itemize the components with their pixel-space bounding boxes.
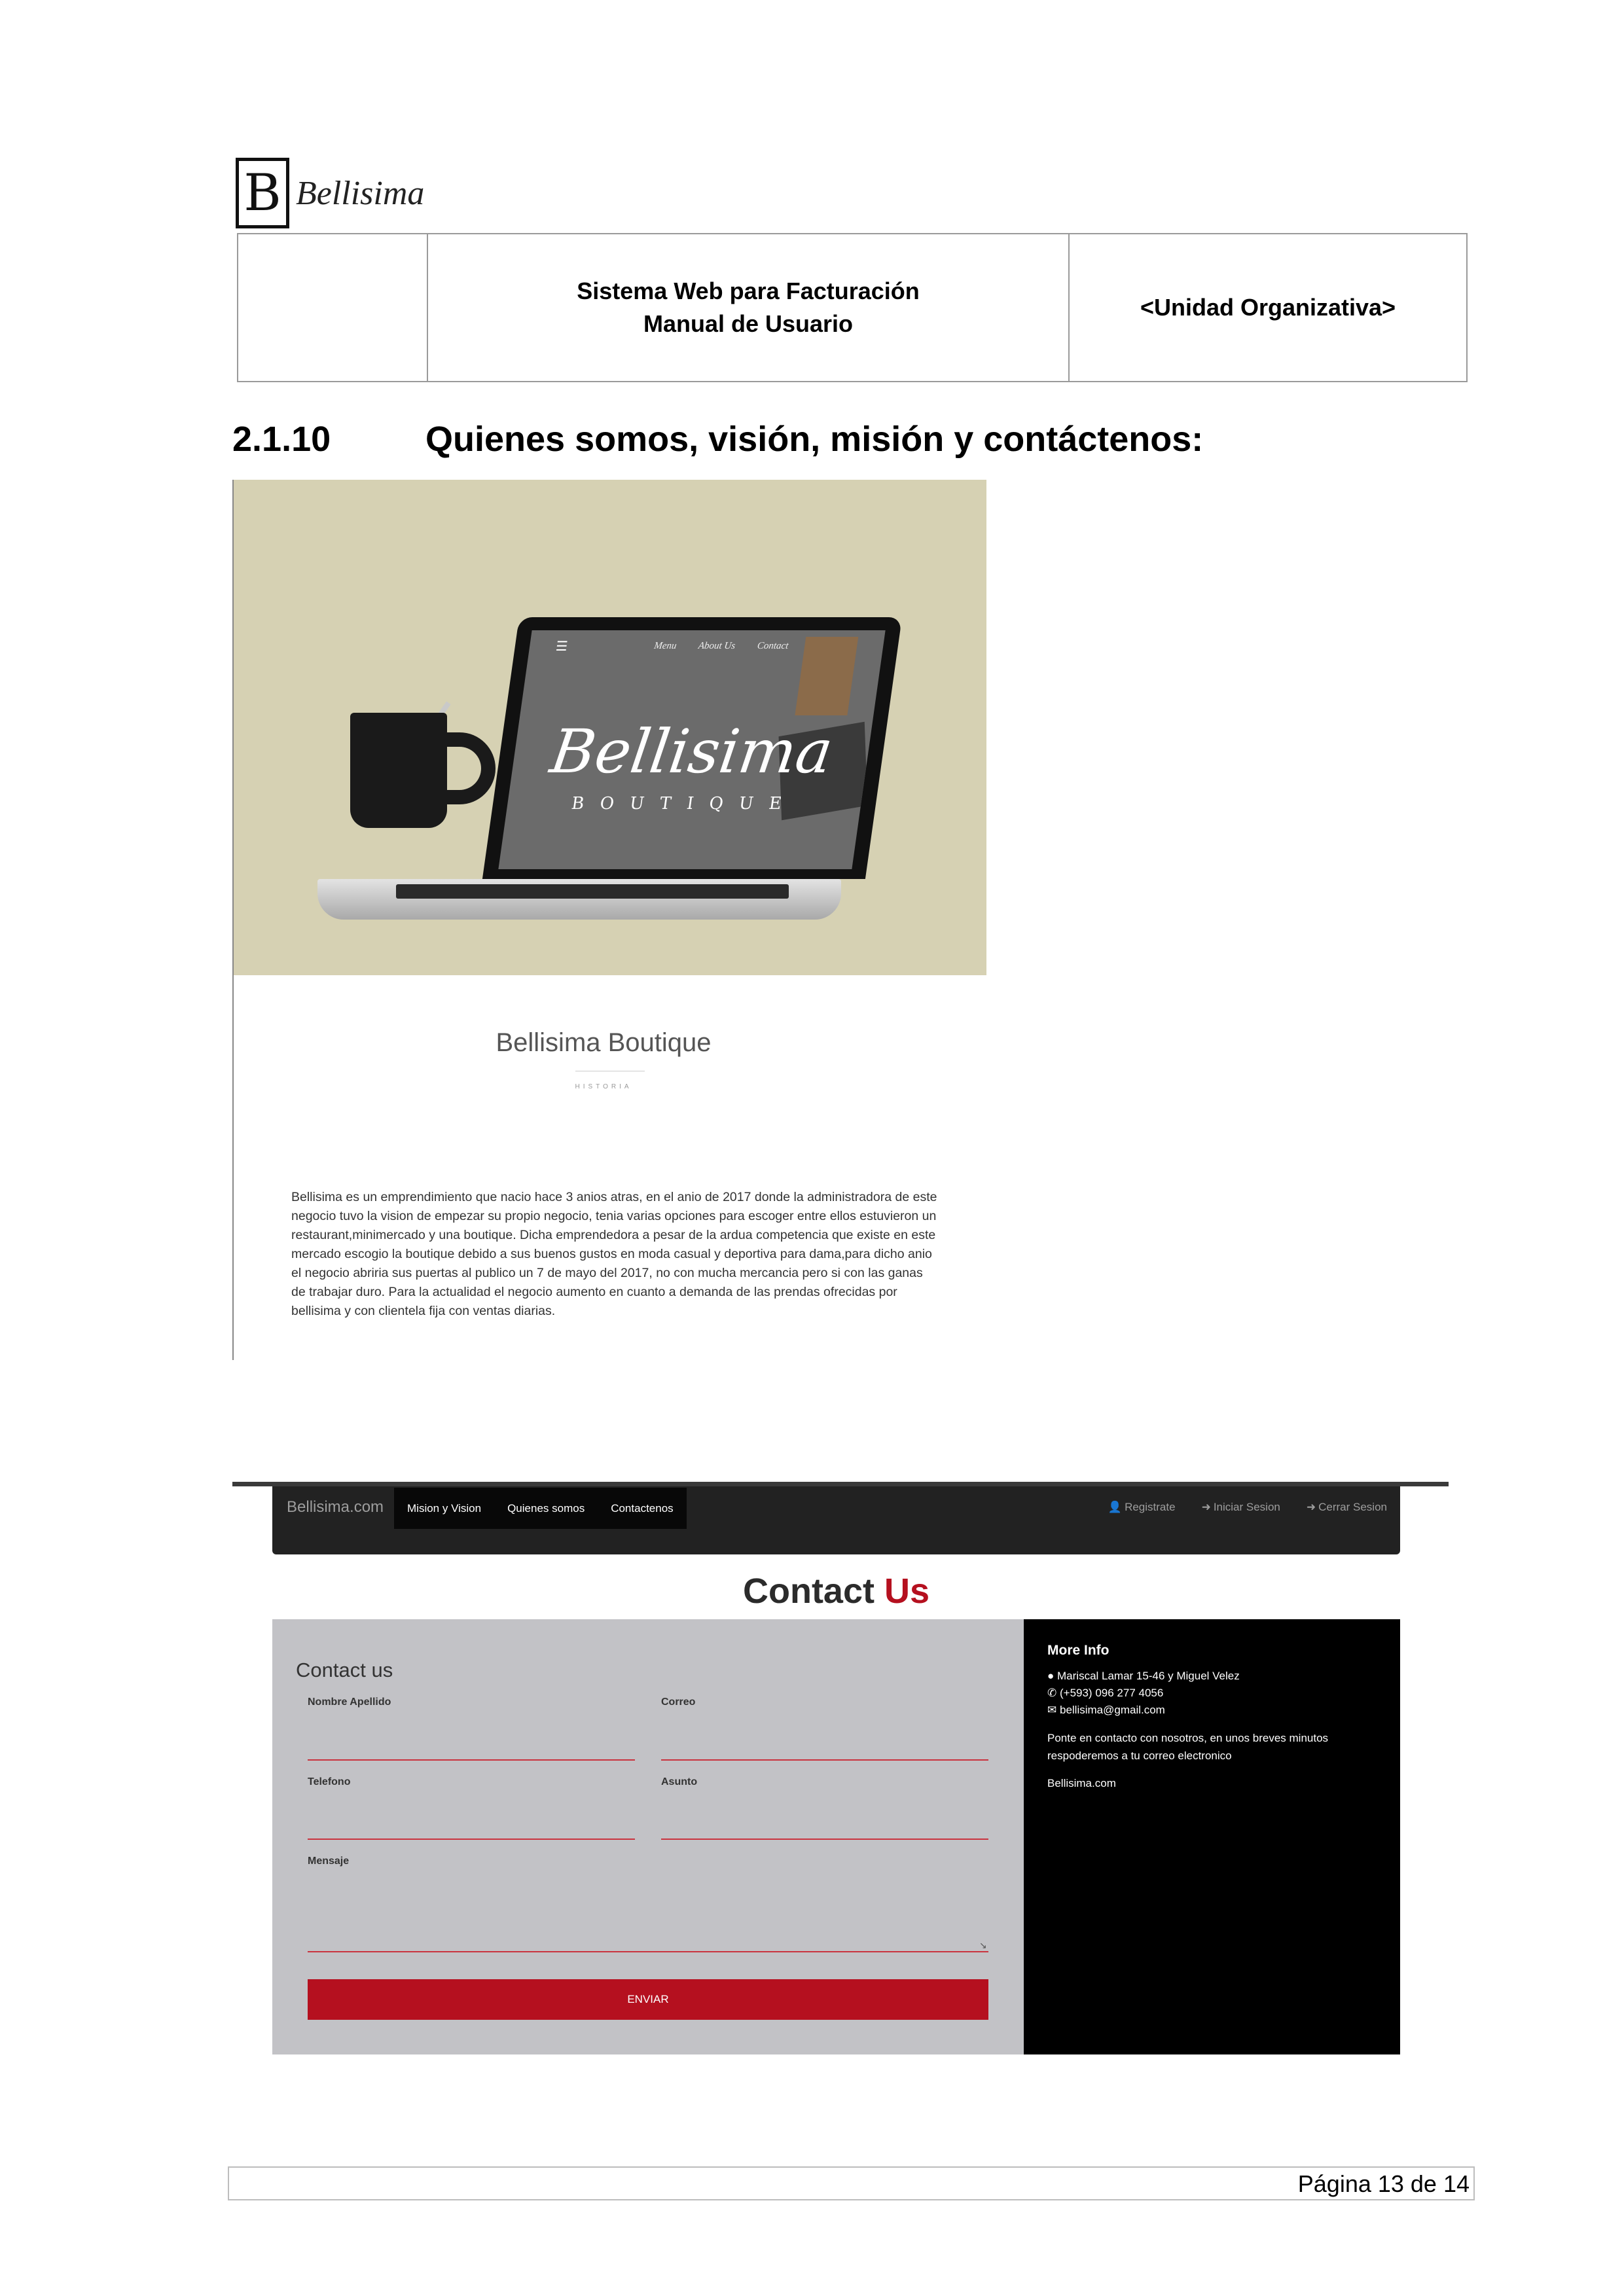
screen-nav-menu: Menu xyxy=(653,641,677,651)
mug-graphic xyxy=(350,713,447,828)
logout-link[interactable]: ➜ Cerrar Sesion xyxy=(1307,1501,1387,1514)
navbar-brand[interactable]: Bellisima.com xyxy=(287,1486,384,1528)
unit-label: <Unidad Organizativa> xyxy=(1140,293,1396,321)
hero-image: ☰ Menu About Us Contact Bellisima BOUTIQ… xyxy=(234,480,986,975)
contact-area: Contact us Nombre Apellido Correo Telefo… xyxy=(272,1619,1400,2054)
map-marker-icon: ● xyxy=(1047,1670,1055,1682)
logo-mark: B xyxy=(236,158,289,228)
tab-mision-vision[interactable]: Mision y Vision xyxy=(394,1488,494,1529)
login-icon: ➜ xyxy=(1201,1501,1211,1513)
login-link[interactable]: ➜ Iniciar Sesion xyxy=(1202,1501,1280,1514)
envelope-icon: ✉ xyxy=(1047,1704,1057,1716)
laptop-display: ☰ Menu About Us Contact Bellisima BOUTIQ… xyxy=(498,630,886,869)
subject-field[interactable] xyxy=(661,1839,988,1840)
resize-handle-icon[interactable]: ↘ xyxy=(979,1940,987,1951)
contact-heading: Contact Us xyxy=(272,1571,1400,1611)
site-text: Bellisima.com xyxy=(1047,1777,1116,1789)
address-text: Mariscal Lamar 15-46 y Miguel Velez xyxy=(1057,1670,1240,1682)
email-field[interactable] xyxy=(661,1759,988,1761)
logout-icon: ➜ xyxy=(1306,1501,1316,1513)
screenshot-about-page: ☰ Menu About Us Contact Bellisima BOUTIQ… xyxy=(232,480,986,1360)
phone-line: ✆ (+593) 096 277 4056 xyxy=(1047,1685,1163,1702)
history-subtitle: HISTORIA xyxy=(575,1083,632,1090)
system-title: Sistema Web para Facturación xyxy=(577,277,920,304)
tab-contactenos[interactable]: Contactenos xyxy=(598,1488,686,1529)
phone-text: (+593) 096 277 4056 xyxy=(1059,1687,1164,1699)
email-line: ✉ bellisima@gmail.com xyxy=(1047,1702,1165,1719)
logout-label: Cerrar Sesion xyxy=(1318,1501,1387,1513)
phone-label: Telefono xyxy=(308,1776,351,1787)
header-empty-cell xyxy=(238,234,428,381)
contact-heading-main: Contact xyxy=(742,1571,884,1611)
laptop-screen-subtitle: BOUTIQUE xyxy=(569,794,799,814)
menu-icon: ☰ xyxy=(554,639,569,654)
laptop-screen-brand: Bellisima xyxy=(546,717,837,787)
subject-label: Asunto xyxy=(661,1776,698,1787)
user-icon: 👤 xyxy=(1108,1501,1123,1513)
site-navbar: Bellisima.com Mision y Vision Quienes so… xyxy=(272,1486,1400,1554)
section-number: 2.1.10 xyxy=(232,420,331,459)
screenshot-contact-border xyxy=(232,1482,1449,1486)
section-title: Quienes somos, visión, misión y contácte… xyxy=(425,420,1204,459)
boutique-title: Bellisima Boutique xyxy=(496,1028,712,1057)
page-number: Página 13 de 14 xyxy=(1297,2170,1470,2197)
more-info-panel: More Info ● Mariscal Lamar 15-46 y Migue… xyxy=(1024,1619,1400,2054)
address-line: ● Mariscal Lamar 15-46 y Miguel Velez xyxy=(1047,1668,1240,1685)
login-label: Iniciar Sesion xyxy=(1213,1501,1280,1513)
contact-form: Contact us Nombre Apellido Correo Telefo… xyxy=(272,1619,1024,2054)
logo-name: Bellisima xyxy=(296,174,425,212)
register-label: Registrate xyxy=(1125,1501,1176,1513)
phone-icon: ✆ xyxy=(1047,1687,1057,1699)
navbar-tabs: Mision y Vision Quienes somos Contacteno… xyxy=(394,1488,687,1529)
page-footer: Página 13 de 14 xyxy=(228,2166,1475,2200)
navbar-account-links: 👤 Registrate ➜ Iniciar Sesion ➜ Cerrar Sesi… xyxy=(1082,1486,1387,1528)
header-table: Sistema Web para Facturación Manual de U… xyxy=(237,233,1468,382)
message-label: Mensaje xyxy=(308,1856,350,1867)
contact-message: Ponte en contacto con nosotros, en unos … xyxy=(1047,1732,1329,1762)
laptop-screen-nav: Menu About Us Contact xyxy=(653,641,809,652)
message-field[interactable] xyxy=(308,1951,988,1952)
header-unit-cell: <Unidad Organizativa> xyxy=(1070,234,1466,381)
tab-quienes-somos[interactable]: Quienes somos xyxy=(494,1488,598,1529)
email-text: bellisima@gmail.com xyxy=(1059,1704,1165,1716)
more-info-title: More Info xyxy=(1047,1643,1110,1658)
screen-nav-contact: Contact xyxy=(756,641,789,651)
screen-nav-about: About Us xyxy=(697,641,736,651)
header-title-cell: Sistema Web para Facturación Manual de U… xyxy=(428,234,1070,381)
send-button[interactable]: ENVIAR xyxy=(308,1979,988,2020)
name-field[interactable] xyxy=(308,1759,635,1761)
manual-title: Manual de Usuario xyxy=(643,310,854,337)
mug-handle-graphic xyxy=(437,732,496,804)
history-paragraph: Bellisima es un emprendimiento que nacio… xyxy=(291,1190,937,1318)
register-link[interactable]: 👤 Registrate xyxy=(1108,1501,1176,1514)
header-logo: B Bellisima xyxy=(236,157,424,229)
laptop-hinge xyxy=(396,884,789,899)
email-label: Correo xyxy=(661,1696,696,1708)
form-title: Contact us xyxy=(296,1659,393,1681)
contact-heading-accent: Us xyxy=(884,1571,930,1611)
phone-field[interactable] xyxy=(308,1839,635,1840)
name-label: Nombre Apellido xyxy=(308,1696,391,1708)
